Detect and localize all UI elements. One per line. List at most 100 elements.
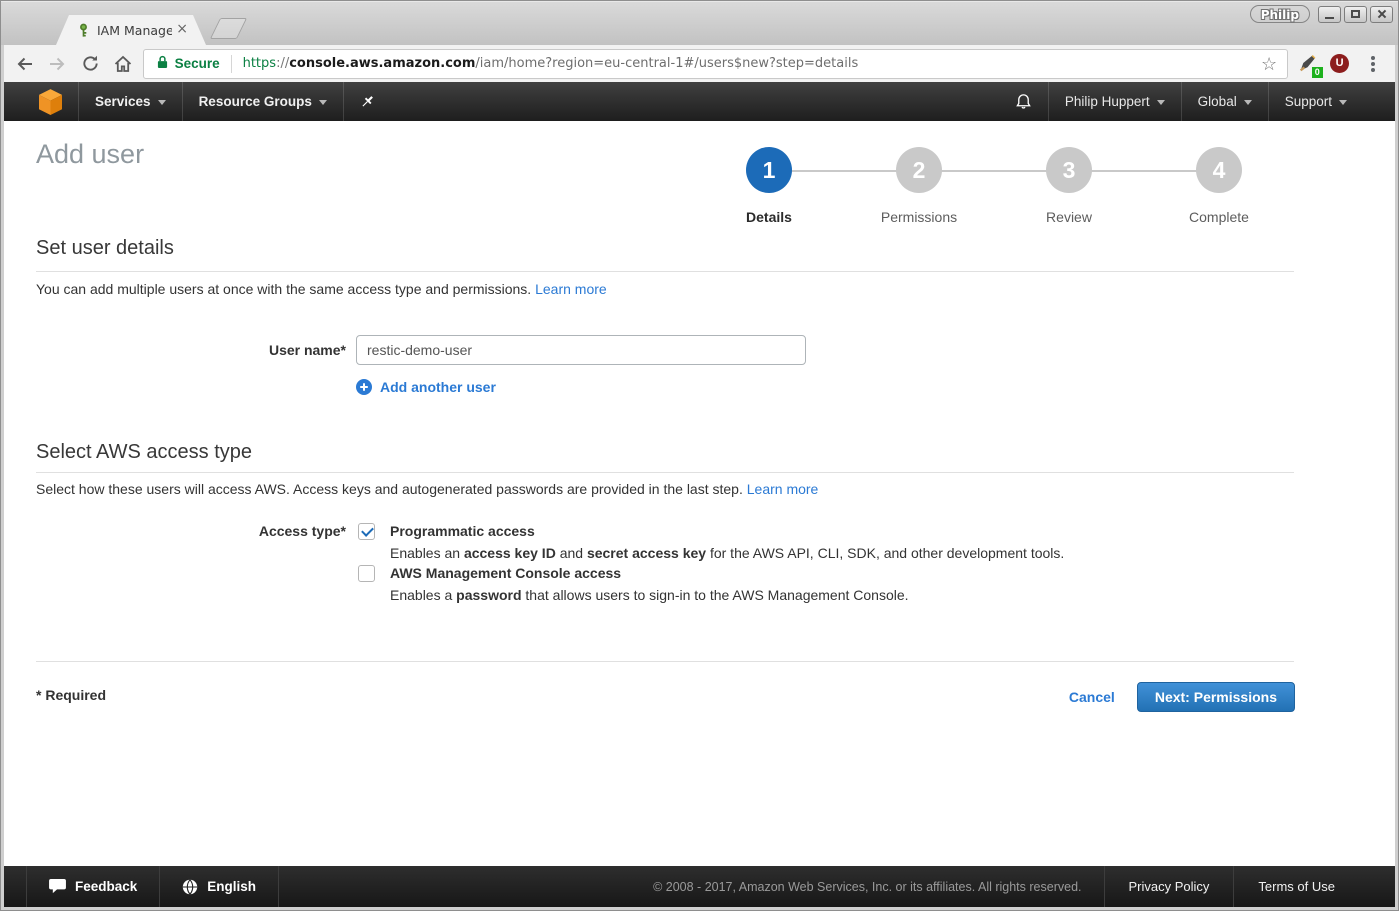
console-footer: Feedback English © 2008 - 2017, Amazon W… (4, 866, 1395, 907)
learn-more-link[interactable]: Learn more (535, 281, 607, 297)
browser-menu-icon[interactable] (1361, 52, 1385, 76)
section-divider (36, 472, 1294, 473)
section-divider (36, 661, 1294, 662)
chevron-down-icon (1244, 100, 1252, 105)
new-tab-button[interactable] (210, 18, 247, 39)
account-menu[interactable]: Philip Huppert (1049, 82, 1181, 121)
desc-bold: password (456, 587, 521, 603)
notifications-bell[interactable] (999, 82, 1048, 121)
minimize-button[interactable] (1318, 6, 1341, 23)
username-input[interactable] (356, 335, 806, 365)
programmatic-access-title: Programmatic access (390, 523, 535, 539)
minimize-icon (1325, 17, 1334, 19)
omnibox-divider (231, 55, 232, 73)
chevron-down-icon (158, 100, 166, 105)
language-button[interactable]: English (160, 866, 278, 907)
aws-navbar: Services Resource Groups Philip Huppert … (4, 82, 1395, 121)
address-bar[interactable]: Secure https://console.aws.amazon.com/ia… (143, 49, 1289, 79)
step-label: Review (994, 209, 1144, 225)
console-access-desc: Enables a password that allows users to … (390, 587, 909, 603)
learn-more-link[interactable]: Learn more (747, 481, 819, 497)
step-complete: 4 Complete (1144, 147, 1294, 225)
region-label: Global (1198, 94, 1237, 109)
services-menu[interactable]: Services (79, 82, 182, 121)
access-type-heading: Select AWS access type (36, 441, 252, 464)
speech-bubble-icon (49, 879, 66, 894)
close-button[interactable] (1370, 6, 1393, 23)
user-details-heading: Set user details (36, 237, 174, 260)
intro-text: You can add multiple users at once with … (36, 281, 535, 297)
programmatic-access-checkbox[interactable] (358, 523, 375, 540)
terms-of-use-link[interactable]: Terms of Use (1234, 866, 1359, 907)
extension-pen-icon[interactable]: 0 (1296, 52, 1320, 76)
url-separator: :// (276, 56, 289, 71)
required-note: * Required (36, 687, 106, 703)
pushpin-icon (360, 94, 375, 109)
add-another-user[interactable]: Add another user (356, 379, 496, 395)
bookmark-star-icon[interactable] (1259, 54, 1279, 74)
desc-text: Enables a (390, 587, 456, 603)
access-type-label: Access type* (36, 523, 346, 539)
resource-groups-menu[interactable]: Resource Groups (183, 82, 343, 121)
chevron-down-icon (1339, 100, 1347, 105)
window-controls: Philip (1250, 5, 1393, 23)
globe-icon (182, 879, 198, 895)
browser-tab[interactable]: IAM Management Co (56, 15, 206, 45)
step-circle: 3 (1046, 147, 1092, 193)
region-menu[interactable]: Global (1182, 82, 1268, 121)
footer-right: © 2008 - 2017, Amazon Web Services, Inc.… (631, 866, 1359, 907)
window-user-label: Philip (1250, 5, 1310, 23)
desc-text: for the AWS API, CLI, SDK, and other dev… (706, 545, 1064, 561)
home-icon[interactable] (111, 52, 135, 76)
url-text[interactable]: https://console.aws.amazon.com/iam/home?… (243, 56, 1260, 71)
desc-text: that allows users to sign-in to the AWS … (522, 587, 909, 603)
services-label: Services (95, 94, 151, 109)
user-details-intro: You can add multiple users at once with … (36, 281, 607, 297)
window-titlebar[interactable]: IAM Management Co Philip (1, 1, 1398, 45)
plus-circle-icon (356, 379, 372, 395)
reload-icon[interactable] (78, 52, 102, 76)
back-icon[interactable] (13, 52, 37, 76)
tab-title: IAM Management Co (97, 23, 172, 38)
three-dots-icon (1371, 62, 1375, 66)
url-host: console.aws.amazon.com (289, 56, 475, 71)
support-label: Support (1285, 94, 1332, 109)
security-label[interactable]: Secure (175, 56, 220, 71)
feedback-button[interactable]: Feedback (27, 866, 159, 907)
bell-icon (1015, 93, 1032, 110)
support-menu[interactable]: Support (1269, 82, 1363, 121)
forward-icon[interactable] (46, 52, 70, 76)
access-type-intro: Select how these users will access AWS. … (36, 481, 818, 497)
desc-bold: secret access key (587, 545, 706, 561)
step-review: 3 Review (994, 147, 1144, 225)
next-permissions-button[interactable]: Next: Permissions (1137, 682, 1295, 712)
pin-shortcuts-button[interactable] (344, 82, 391, 121)
footer-left: Feedback English (26, 866, 279, 907)
resource-groups-label: Resource Groups (199, 94, 312, 109)
privacy-policy-link[interactable]: Privacy Policy (1105, 866, 1234, 907)
intro-text: Select how these users will access AWS. … (36, 481, 747, 497)
tab-close-icon[interactable] (176, 23, 188, 37)
desc-text: Enables an (390, 545, 464, 561)
maximize-button[interactable] (1344, 6, 1367, 23)
browser-window: { "window": { "user_label": "Philip" }, … (0, 0, 1399, 911)
feedback-label: Feedback (75, 879, 137, 894)
aws-logo[interactable] (4, 82, 78, 121)
browser-toolbar: Secure https://console.aws.amazon.com/ia… (4, 45, 1395, 82)
step-details: 1 Details (694, 147, 844, 225)
programmatic-access-desc: Enables an access key ID and secret acce… (390, 545, 1064, 561)
step-label: Permissions (844, 209, 994, 225)
iam-key-favicon-icon (76, 23, 91, 38)
maximize-icon (1351, 10, 1360, 18)
navbar-right: Philip Huppert Global Support (999, 82, 1363, 121)
cancel-button[interactable]: Cancel (1069, 689, 1115, 705)
step-label: Details (694, 209, 844, 225)
extension-ublock-icon[interactable]: U (1328, 52, 1352, 76)
console-access-title: AWS Management Console access (390, 565, 621, 581)
account-name-label: Philip Huppert (1065, 94, 1150, 109)
lock-icon (157, 55, 168, 72)
copyright-text: © 2008 - 2017, Amazon Web Services, Inc.… (631, 866, 1103, 907)
chevron-down-icon (319, 100, 327, 105)
step-label: Complete (1144, 209, 1294, 225)
console-access-checkbox[interactable] (358, 565, 375, 582)
